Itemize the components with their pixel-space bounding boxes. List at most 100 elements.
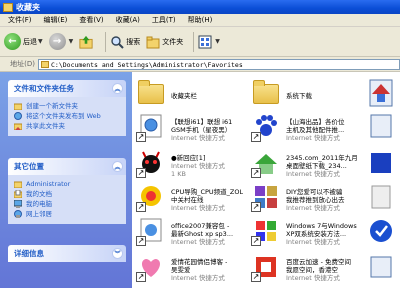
folder-icon (136, 78, 166, 108)
devil-shortcut-icon: ↗ (136, 148, 166, 178)
toolbar-separator (105, 31, 107, 52)
shortcut-arrow-icon: ↗ (136, 236, 146, 246)
collapse-icon[interactable]: ︽ (112, 161, 123, 172)
menu-file[interactable]: 文件(F) (2, 15, 38, 25)
shortcut-arrow-icon: ↗ (251, 236, 261, 246)
shortcut-item[interactable]: ↗ 【山海出品】各价位 主机及其他配件推... Internet 快捷方式 (251, 112, 366, 148)
forward-button[interactable]: → ▼ (48, 33, 74, 50)
place-administrator[interactable]: Administrator (13, 180, 122, 189)
expand-icon[interactable]: ︾ (112, 248, 123, 259)
item-name-line2: 最新Ghost xp sp3... (171, 230, 234, 238)
folders-label: 文件夹 (162, 37, 184, 46)
folder-icon (251, 78, 281, 108)
shortcut-item[interactable]: ↗ office2007兼容包 - 最新Ghost xp sp3... Inte… (136, 216, 251, 252)
folders-button[interactable]: 文件夹 (146, 35, 183, 49)
up-button[interactable] (79, 35, 95, 49)
shortcut-item[interactable]: ↗ 百度云加速 - 免费空间 我愿空间，香港空 Internet 快捷方式 (251, 252, 366, 288)
shortcut-arrow-icon: ↗ (251, 168, 261, 178)
item-name: ●新回应[1] (171, 154, 206, 162)
new-folder-icon (13, 102, 23, 111)
office-shortcut-icon: ↗ (136, 216, 166, 246)
shortcut-arrow-icon: ↗ (136, 168, 146, 178)
file-item[interactable] (366, 148, 400, 184)
item-name-line2: GSM手机（星夜黑） (171, 126, 232, 134)
shortcut-item[interactable]: ↗ DIY您爱可以不被骗 我推荐推到放心出去 Internet 快捷方式 (251, 182, 366, 218)
file-tasks-header[interactable]: 文件和文件夹任务 ︽ (8, 80, 126, 97)
place-label: Administrator (26, 180, 71, 188)
item-name: office2007兼容包 - (171, 222, 230, 230)
share-folder-link[interactable]: 共享此文件夹 (13, 122, 122, 131)
item-size: 1 KB (171, 170, 186, 178)
chevron-down-icon[interactable]: ▼ (69, 38, 74, 45)
menu-tools[interactable]: 工具(T) (146, 15, 182, 25)
file-item[interactable] (366, 252, 400, 288)
folder-icon (3, 2, 13, 12)
menu-view[interactable]: 查看(V) (73, 15, 109, 25)
shortcut-item[interactable]: ↗ CPU导购_CPU频道_ZOL 中关村在线 Internet 快捷方式 (136, 182, 251, 218)
collapse-icon[interactable]: ︽ (112, 83, 123, 94)
place-my-documents[interactable]: 我的文档 (13, 189, 122, 199)
shortcut-item[interactable]: ↗ Windows 7与Windows XP双系统安装方法... Interne… (251, 216, 366, 252)
item-name: 【山海出品】各价位 (286, 118, 345, 126)
address-input[interactable]: C:\Documents and Settings\Administrator\… (38, 59, 400, 70)
shortcut-icon (366, 252, 396, 282)
shortcut-arrow-icon: ↗ (251, 272, 261, 282)
shortcut-icon (366, 182, 396, 212)
back-arrow-icon: ← (4, 33, 21, 50)
item-name-line2: 主机及其他配件推... (286, 126, 345, 134)
views-button[interactable]: ▼ (198, 35, 220, 49)
computer-icon (13, 199, 23, 208)
shortcut-item[interactable]: ↗ 爱情花园情侣博客 - 吴雯爱 Internet 快捷方式 (136, 252, 251, 288)
chevron-down-icon[interactable]: ▼ (38, 38, 43, 45)
new-folder-link[interactable]: 创建一个新文件夹 (13, 102, 122, 111)
back-button[interactable]: ← 后退 ▼ (4, 33, 43, 50)
place-network[interactable]: 网上邻居 (14, 210, 122, 218)
file-item[interactable] (366, 78, 400, 114)
item-name: 收藏夹栏 (171, 92, 197, 100)
item-name: 爱情花园情侣博客 - (171, 258, 228, 266)
file-item[interactable] (366, 182, 400, 218)
file-tasks-title: 文件和文件夹任务 (14, 84, 74, 93)
up-folder-icon (79, 35, 93, 49)
task-pane: 文件和文件夹任务 ︽ 创建一个新文件夹 将这个文件夹发布到 Web 共享此文件夹… (0, 72, 132, 288)
item-name: DIY您爱可以不被骗 (286, 188, 343, 196)
folder-item[interactable]: 收藏夹栏 (136, 78, 251, 114)
shortcut-item[interactable]: ↗ 2345.com_2011年九月 桌面壁纸下载_234... Interne… (251, 148, 366, 184)
shortcut-item[interactable]: ↗ ●新回应[1] Internet 快捷方式 1 KB (136, 148, 251, 184)
file-item[interactable] (366, 112, 400, 148)
chevron-down-icon[interactable]: ▼ (215, 38, 220, 45)
details-title: 详细信息 (14, 249, 44, 258)
search-button[interactable]: 搜索 (110, 35, 140, 49)
publish-web-link[interactable]: 将这个文件夹发布到 Web (14, 112, 122, 120)
item-type: Internet 快捷方式 (286, 134, 340, 142)
item-type: Internet 快捷方式 (286, 274, 340, 282)
other-places-header[interactable]: 其它位置 ︽ (8, 158, 126, 175)
web-shortcut-icon: ↗ (251, 148, 281, 178)
shortcut-item[interactable]: ↗ 【联想i61】联想 i61 GSM手机（星夜黑） Internet 快捷方式 (136, 112, 251, 148)
new-folder-label: 创建一个新文件夹 (26, 102, 78, 110)
item-type: Internet 快捷方式 (171, 204, 225, 212)
file-item[interactable] (366, 216, 400, 252)
place-my-computer[interactable]: 我的电脑 (13, 199, 122, 208)
globe-icon (14, 112, 22, 120)
title-bar: 收藏夹 (0, 0, 400, 14)
file-list: 收藏夹栏 系统下载 ↗ 【联想i61】联想 i61 GSM手机（星夜黑） Int… (132, 72, 400, 288)
windows-shortcut-icon: ↗ (251, 216, 281, 246)
details-header[interactable]: 详细信息 ︾ (8, 245, 126, 262)
item-name-line2: 桌面壁纸下载_234... (286, 162, 347, 170)
window-title: 收藏夹 (16, 2, 40, 12)
shortcut-icon (366, 148, 396, 178)
menu-help[interactable]: 帮助(H) (182, 15, 219, 25)
item-name: Windows 7与Windows (286, 222, 357, 230)
share-icon (13, 122, 23, 131)
diy-shortcut-icon: ↗ (251, 182, 281, 212)
folder-item[interactable]: 系统下载 (251, 78, 366, 114)
item-name-line2: 我推荐推到放心出去 (286, 196, 345, 204)
menu-favorites[interactable]: 收藏(A) (110, 15, 146, 25)
zol-shortcut-icon: ↗ (136, 182, 166, 212)
details-panel: 详细信息 ︾ (8, 245, 126, 262)
item-name-line2: 我愿空间，香港空 (286, 266, 338, 274)
menu-edit[interactable]: 编辑(E) (38, 15, 74, 25)
item-type: Internet 快捷方式 (286, 170, 340, 178)
address-value: C:\Documents and Settings\Administrator\… (51, 60, 243, 69)
